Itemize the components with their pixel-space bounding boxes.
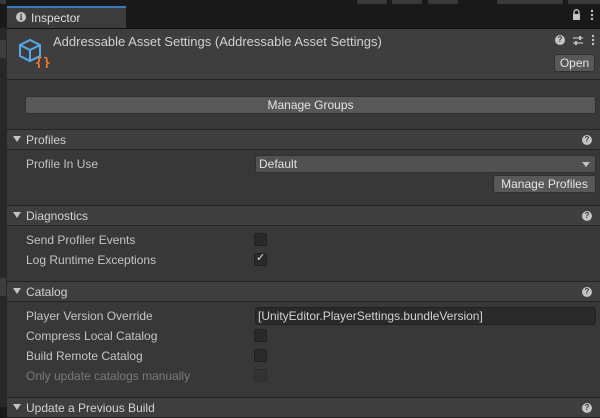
section-header-profiles[interactable]: Profiles ? — [7, 129, 600, 150]
help-icon[interactable]: ? — [582, 211, 592, 221]
profile-in-use-label: Profile In Use — [26, 157, 99, 171]
toolbar-fragment — [428, 0, 458, 4]
dropdown-value: Default — [259, 157, 298, 171]
compress-local-catalog-label: Compress Local Catalog — [26, 329, 158, 343]
dropdown-arrow-icon — [582, 162, 590, 167]
inspector-content: {} Addressable Asset Settings (Addressab… — [7, 29, 600, 418]
help-icon[interactable]: ? — [582, 135, 592, 145]
toolbar-fragment — [357, 0, 387, 4]
inspector-header: {} Addressable Asset Settings (Addressab… — [7, 29, 600, 80]
checkmark-icon: ✓ — [256, 251, 266, 264]
send-profiler-events-label: Send Profiler Events — [26, 233, 136, 247]
more-options-icon[interactable] — [590, 9, 594, 21]
section-title: Update a Previous Build — [26, 401, 155, 415]
only-update-catalogs-manually-checkbox — [254, 369, 267, 382]
tab-inspector[interactable]: i Inspector — [7, 6, 126, 28]
adjacent-panel-strip — [0, 28, 7, 407]
section-title: Catalog — [26, 285, 68, 299]
section-header-diagnostics[interactable]: Diagnostics ? — [7, 205, 600, 226]
lock-icon[interactable] — [572, 9, 581, 20]
foldout-arrow-icon[interactable] — [13, 136, 21, 142]
foldout-arrow-icon[interactable] — [13, 212, 21, 218]
log-runtime-exceptions-checkbox[interactable]: ✓ — [254, 251, 267, 266]
open-button[interactable]: Open — [554, 54, 595, 72]
profile-in-use-dropdown[interactable]: Default — [255, 155, 596, 173]
section-header-update-previous-build[interactable]: Update a Previous Build ? — [7, 397, 600, 418]
help-icon[interactable]: ? — [582, 403, 592, 413]
section-title: Diagnostics — [26, 209, 89, 223]
foldout-arrow-icon[interactable] — [13, 288, 21, 294]
section-header-catalog[interactable]: Catalog ? — [7, 281, 600, 302]
compress-local-catalog-checkbox[interactable] — [254, 329, 267, 342]
help-icon[interactable]: ? — [582, 287, 592, 297]
field-value: [UnityEditor.PlayerSettings.bundleVersio… — [258, 309, 483, 323]
header-icons: ? — [555, 34, 595, 46]
asset-title: Addressable Asset Settings (Addressable … — [53, 34, 382, 49]
adjacent-panel-fragment — [0, 40, 6, 58]
tab-icons — [572, 9, 594, 21]
info-icon: i — [16, 12, 26, 22]
foldout-arrow-icon[interactable] — [13, 404, 21, 410]
inspector-tab-bar: i Inspector — [7, 6, 600, 29]
manage-profiles-button[interactable]: Manage Profiles — [493, 175, 596, 193]
context-menu-icon[interactable] — [591, 34, 595, 46]
tab-title: Inspector — [31, 11, 81, 25]
section-title: Profiles — [26, 133, 67, 147]
toolbar-fragment — [568, 0, 600, 4]
build-remote-catalog-checkbox[interactable] — [254, 349, 267, 362]
log-runtime-exceptions-label: Log Runtime Exceptions — [26, 253, 157, 267]
toolbar-fragment — [0, 0, 6, 4]
player-version-override-label: Player Version Override — [26, 309, 153, 323]
only-update-catalogs-manually-label: Only update catalogs manually — [26, 369, 191, 383]
send-profiler-events-checkbox[interactable] — [254, 233, 267, 246]
adjacent-panel-fragment — [0, 278, 6, 296]
build-remote-catalog-label: Build Remote Catalog — [26, 349, 143, 363]
preset-icon[interactable] — [572, 35, 584, 46]
svg-text:{}: {} — [35, 56, 51, 68]
toolbar-fragment — [497, 0, 563, 4]
help-icon[interactable]: ? — [555, 35, 565, 45]
manage-groups-button[interactable]: Manage Groups — [25, 96, 596, 114]
player-version-override-field[interactable]: [UnityEditor.PlayerSettings.bundleVersio… — [255, 307, 596, 325]
addressable-settings-icon: {} — [19, 38, 51, 68]
toolbar-fragment — [392, 0, 422, 4]
